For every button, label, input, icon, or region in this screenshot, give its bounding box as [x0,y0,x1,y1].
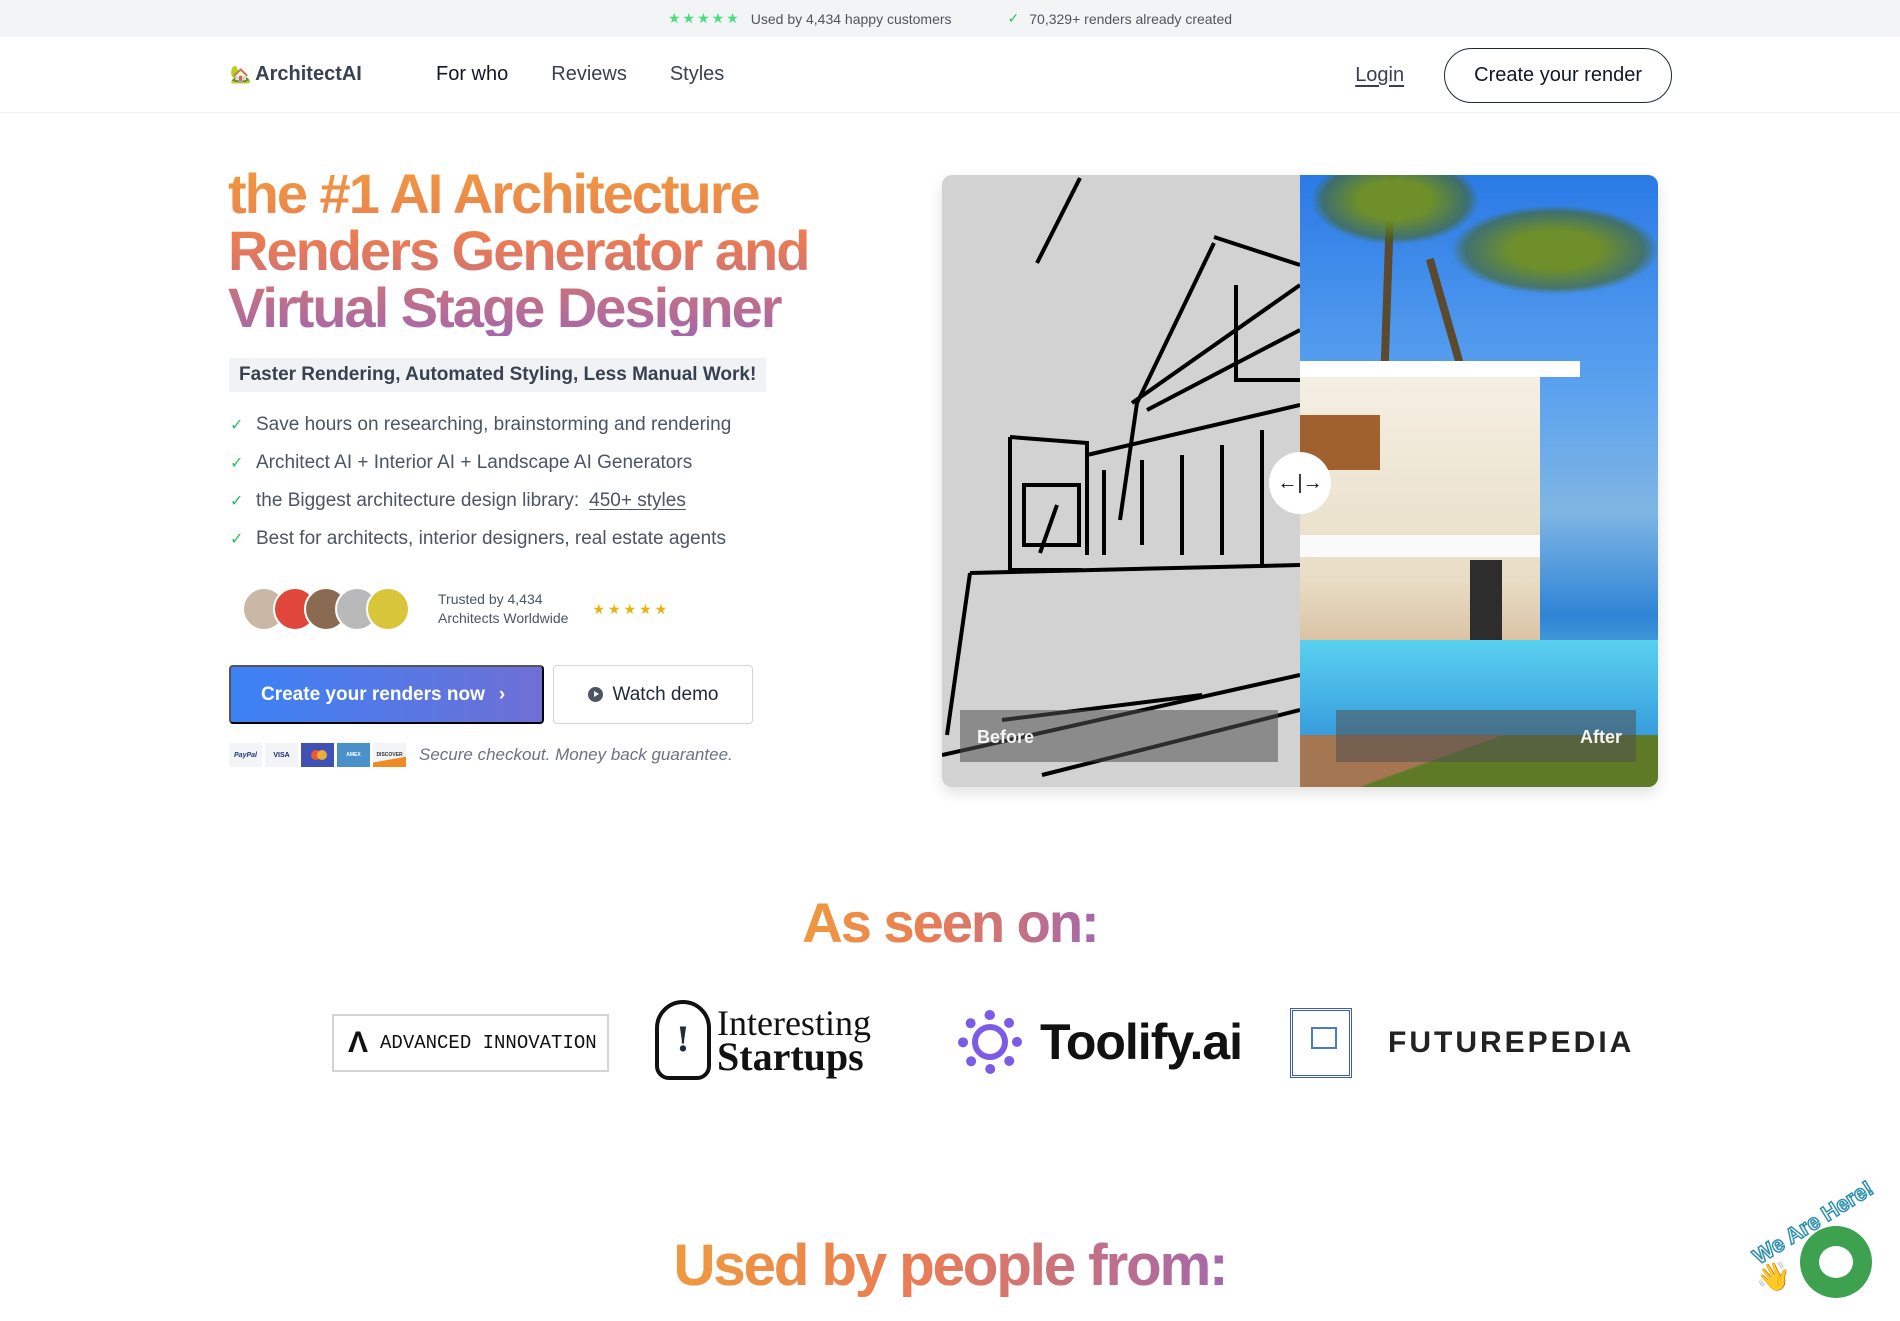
create-renders-now-button[interactable]: Create your renders now › [229,665,544,724]
check-icon: ✓ [230,493,244,510]
lightbulb-icon: ! [655,1000,711,1080]
feature-list: ✓ Save hours on researching, brainstormin… [230,406,731,558]
before-after-slider[interactable]: Before After ←|→ [942,175,1658,787]
chat-bubble-icon [1819,1246,1853,1278]
logo-toolify[interactable]: Toolify.ai [958,1010,1243,1074]
toolify-text: Toolify.ai [1040,1014,1243,1070]
check-icon: ✓ [230,455,244,472]
nav-actions: Login Create your render [1355,37,1672,113]
secure-checkout-text: Secure checkout. Money back guarantee. [419,745,733,764]
visa-icon: VISA [265,743,298,767]
startups-line: Startups [717,1034,864,1079]
as-seen-on-heading: As seen on: [0,890,1900,955]
logo-futurepedia[interactable]: FUTUREPEDIA [1290,1008,1634,1078]
chevron-right-icon: › [498,683,506,705]
advanced-innovation-text: ADVANCED INNOVATION [380,1032,597,1054]
palm-fronds [1310,175,1480,245]
feature-item: ✓ the Biggest architecture design library… [230,482,731,520]
used-by-title: Used by people from: [673,1233,1229,1298]
logo[interactable]: 🏡 ArchitectAI [230,63,436,86]
paypal-icon: PayPal [229,743,262,767]
payment-methods: PayPal VISA AMEX DISCOVER Secure checkou… [229,743,733,767]
palm-fronds [1450,205,1658,295]
create-render-button[interactable]: Create your render [1444,47,1672,103]
feature-text: Save hours on researching, brainstorming… [256,414,732,435]
arrows-horizontal-icon: ←|→ [1277,471,1323,494]
feature-text: Best for architects, interior designers,… [256,528,726,549]
futurepedia-text: FUTUREPEDIA [1388,1026,1635,1059]
chat-widget[interactable]: We Are Here! 👋 [1747,1175,1900,1321]
amex-icon: AMEX [337,743,370,767]
chat-button[interactable] [1800,1226,1872,1298]
logo-text: ArchitectAI [255,63,362,85]
before-label: Before [977,727,1035,747]
hero-subhead: Faster Rendering, Automated Styling, Les… [229,358,767,392]
as-seen-on-title: As seen on: [802,891,1099,954]
discover-icon: DISCOVER [373,743,406,767]
used-by-heading: Used by people from: [0,1232,1900,1299]
house-icon: 🏡 [230,64,252,84]
interesting-startups-text: Interesting Startups [717,1005,871,1079]
watch-demo-button[interactable]: Watch demo [553,665,753,724]
check-icon: ✓ [1007,10,1020,26]
customers-badge: ★★★★★ Used by 4,434 happy customers [668,10,952,27]
balcony-slab [1300,535,1540,557]
navbar: 🏡 ArchitectAI For who Reviews Styles Log… [0,37,1900,113]
styles-link[interactable]: 450+ styles [589,490,686,512]
after-image: After [1300,175,1658,787]
check-icon: ✓ [230,531,244,548]
social-proof: Trusted by 4,434 Architects Worldwide ★★… [242,587,670,631]
waving-hand-icon: 👋 [1756,1261,1791,1292]
feature-item: ✓ Architect AI + Interior AI + Landscape … [230,444,731,482]
feature-item: ✓ Save hours on researching, brainstormin… [230,406,731,444]
hero-headline: the #1 AI Architecture Renders Generator… [228,165,848,336]
nav-links: For who Reviews Styles [436,63,724,86]
before-image: Before [942,175,1302,787]
renders-text: 70,329+ renders already created [1029,10,1233,27]
after-label: After [1579,727,1622,747]
mastercard-icon [301,743,334,767]
logo-advanced-innovation[interactable]: Λ ADVANCED INNOVATION [332,1014,609,1072]
logo-interesting-startups[interactable]: ! Interesting Startups [655,1000,871,1080]
roof-slab [1300,361,1580,377]
customers-text: Used by 4,434 happy customers [750,10,952,27]
check-icon: ✓ [230,417,244,434]
avatar-stack [242,587,410,631]
cta-label: Create your renders now [261,683,485,705]
feature-text: the Biggest architecture design library: [256,490,580,511]
star-rating-icon: ★★★★★ [667,10,741,26]
trust-line-2: Architects Worldwide [438,610,569,626]
login-link[interactable]: Login [1355,64,1404,87]
toolify-ring-icon [958,1010,1022,1074]
avatar [366,587,410,631]
renders-badge: ✓ 70,329+ renders already created [1008,10,1232,27]
nav-link-reviews[interactable]: Reviews [551,63,627,86]
advanced-innovation-mark-icon: Λ [348,1026,369,1059]
sketch-drawing [942,177,1302,777]
futurepedia-icon [1290,1008,1352,1078]
press-logos: Λ ADVANCED INNOVATION ! Interesting Star… [0,998,1900,1098]
feature-item: ✓ Best for architects, interior designers… [230,520,731,558]
play-icon [587,687,603,702]
trust-line-1: Trusted by 4,434 [438,591,543,607]
trust-text: Trusted by 4,434 Architects Worldwide [438,590,568,628]
star-rating-icon: ★★★★★ [592,600,671,617]
hero-section: the #1 AI Architecture Renders Generator… [0,113,1900,833]
feature-text: Architect AI + Interior AI + Landscape A… [256,452,693,473]
demo-label: Watch demo [612,683,719,705]
nav-link-styles[interactable]: Styles [670,63,724,86]
slider-handle[interactable]: ←|→ [1269,452,1331,514]
announcement-bar: ★★★★★ Used by 4,434 happy customers ✓ 70… [0,0,1900,37]
nav-link-for-who[interactable]: For who [436,63,508,86]
